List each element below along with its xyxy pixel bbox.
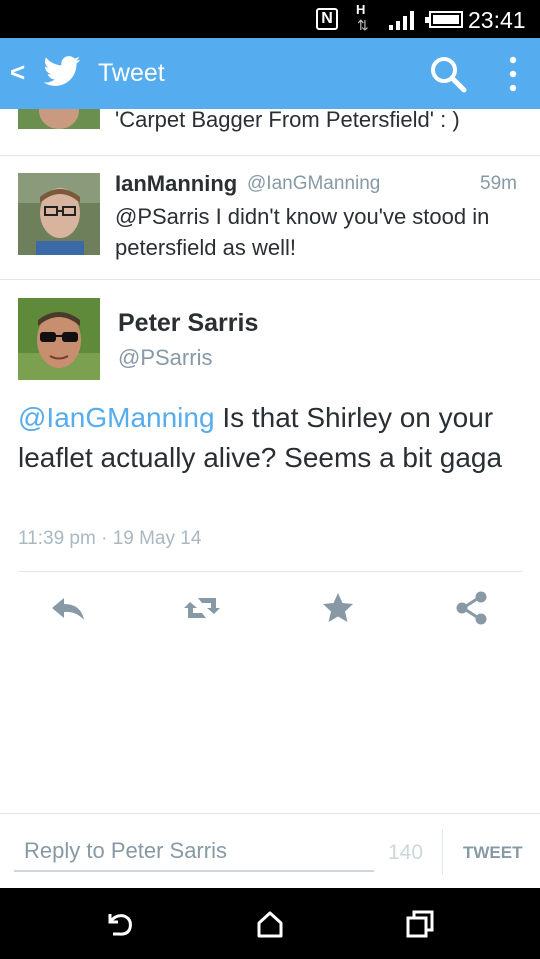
tweet-text: @PSarris I didn't know you've stood in p…: [115, 204, 490, 260]
status-time: 23:41: [468, 7, 526, 33]
author-handle: @PSarris: [118, 345, 213, 370]
system-nav-bar: [0, 888, 540, 959]
nav-home-icon[interactable]: [252, 906, 288, 942]
page-title: Tweet: [98, 59, 165, 87]
char-counter: 140: [388, 841, 424, 864]
back-icon[interactable]: <: [10, 57, 25, 88]
author-handle: @IanGManning: [247, 173, 381, 194]
timeline-tweet[interactable]: 'Carpet Bagger From Petersfield' : ): [0, 107, 540, 156]
data-arrows-icon: ⇅: [357, 17, 369, 33]
nav-recent-apps-icon[interactable]: [402, 906, 438, 942]
status-bar: N H ⇅ 23:41: [0, 0, 540, 38]
divider: [442, 829, 443, 875]
nfc-icon: N: [316, 8, 338, 30]
tweet-button[interactable]: TWEET: [463, 843, 523, 863]
avatar[interactable]: [18, 298, 100, 380]
tweet-text: 'Carpet Bagger From Petersfield' : ): [115, 107, 460, 132]
reply-bar: 140 TWEET: [0, 813, 540, 889]
tweet-body: @IanGManning Is that Shirley on your lea…: [18, 398, 528, 478]
reply-input[interactable]: [14, 832, 374, 872]
star-icon[interactable]: [318, 588, 358, 628]
twitter-bird-icon[interactable]: [42, 52, 82, 92]
divider: [18, 571, 522, 572]
avatar[interactable]: [18, 173, 100, 255]
tweet-timestamp: 11:39 pm · 19 May 14: [18, 528, 202, 549]
author-name: IanManning: [115, 171, 238, 196]
search-icon[interactable]: [428, 54, 468, 94]
avatar[interactable]: [18, 109, 100, 129]
nav-back-icon[interactable]: [102, 906, 138, 942]
retweet-icon[interactable]: [182, 588, 222, 628]
app-bar: < Tweet: [0, 38, 540, 109]
mention-link[interactable]: @IanGManning: [18, 402, 215, 433]
overflow-menu-icon[interactable]: [503, 54, 523, 94]
signal-icon: [389, 11, 414, 30]
author-name: Peter Sarris: [118, 309, 259, 337]
network-type-label: H: [356, 2, 366, 17]
tweet-time: 59m: [480, 173, 517, 194]
share-icon[interactable]: [452, 588, 492, 628]
reply-icon[interactable]: [48, 588, 88, 628]
timeline-tweet[interactable]: IanManning @IanGManning 59m @PSarris I d…: [0, 155, 540, 280]
battery-icon: [425, 11, 463, 28]
